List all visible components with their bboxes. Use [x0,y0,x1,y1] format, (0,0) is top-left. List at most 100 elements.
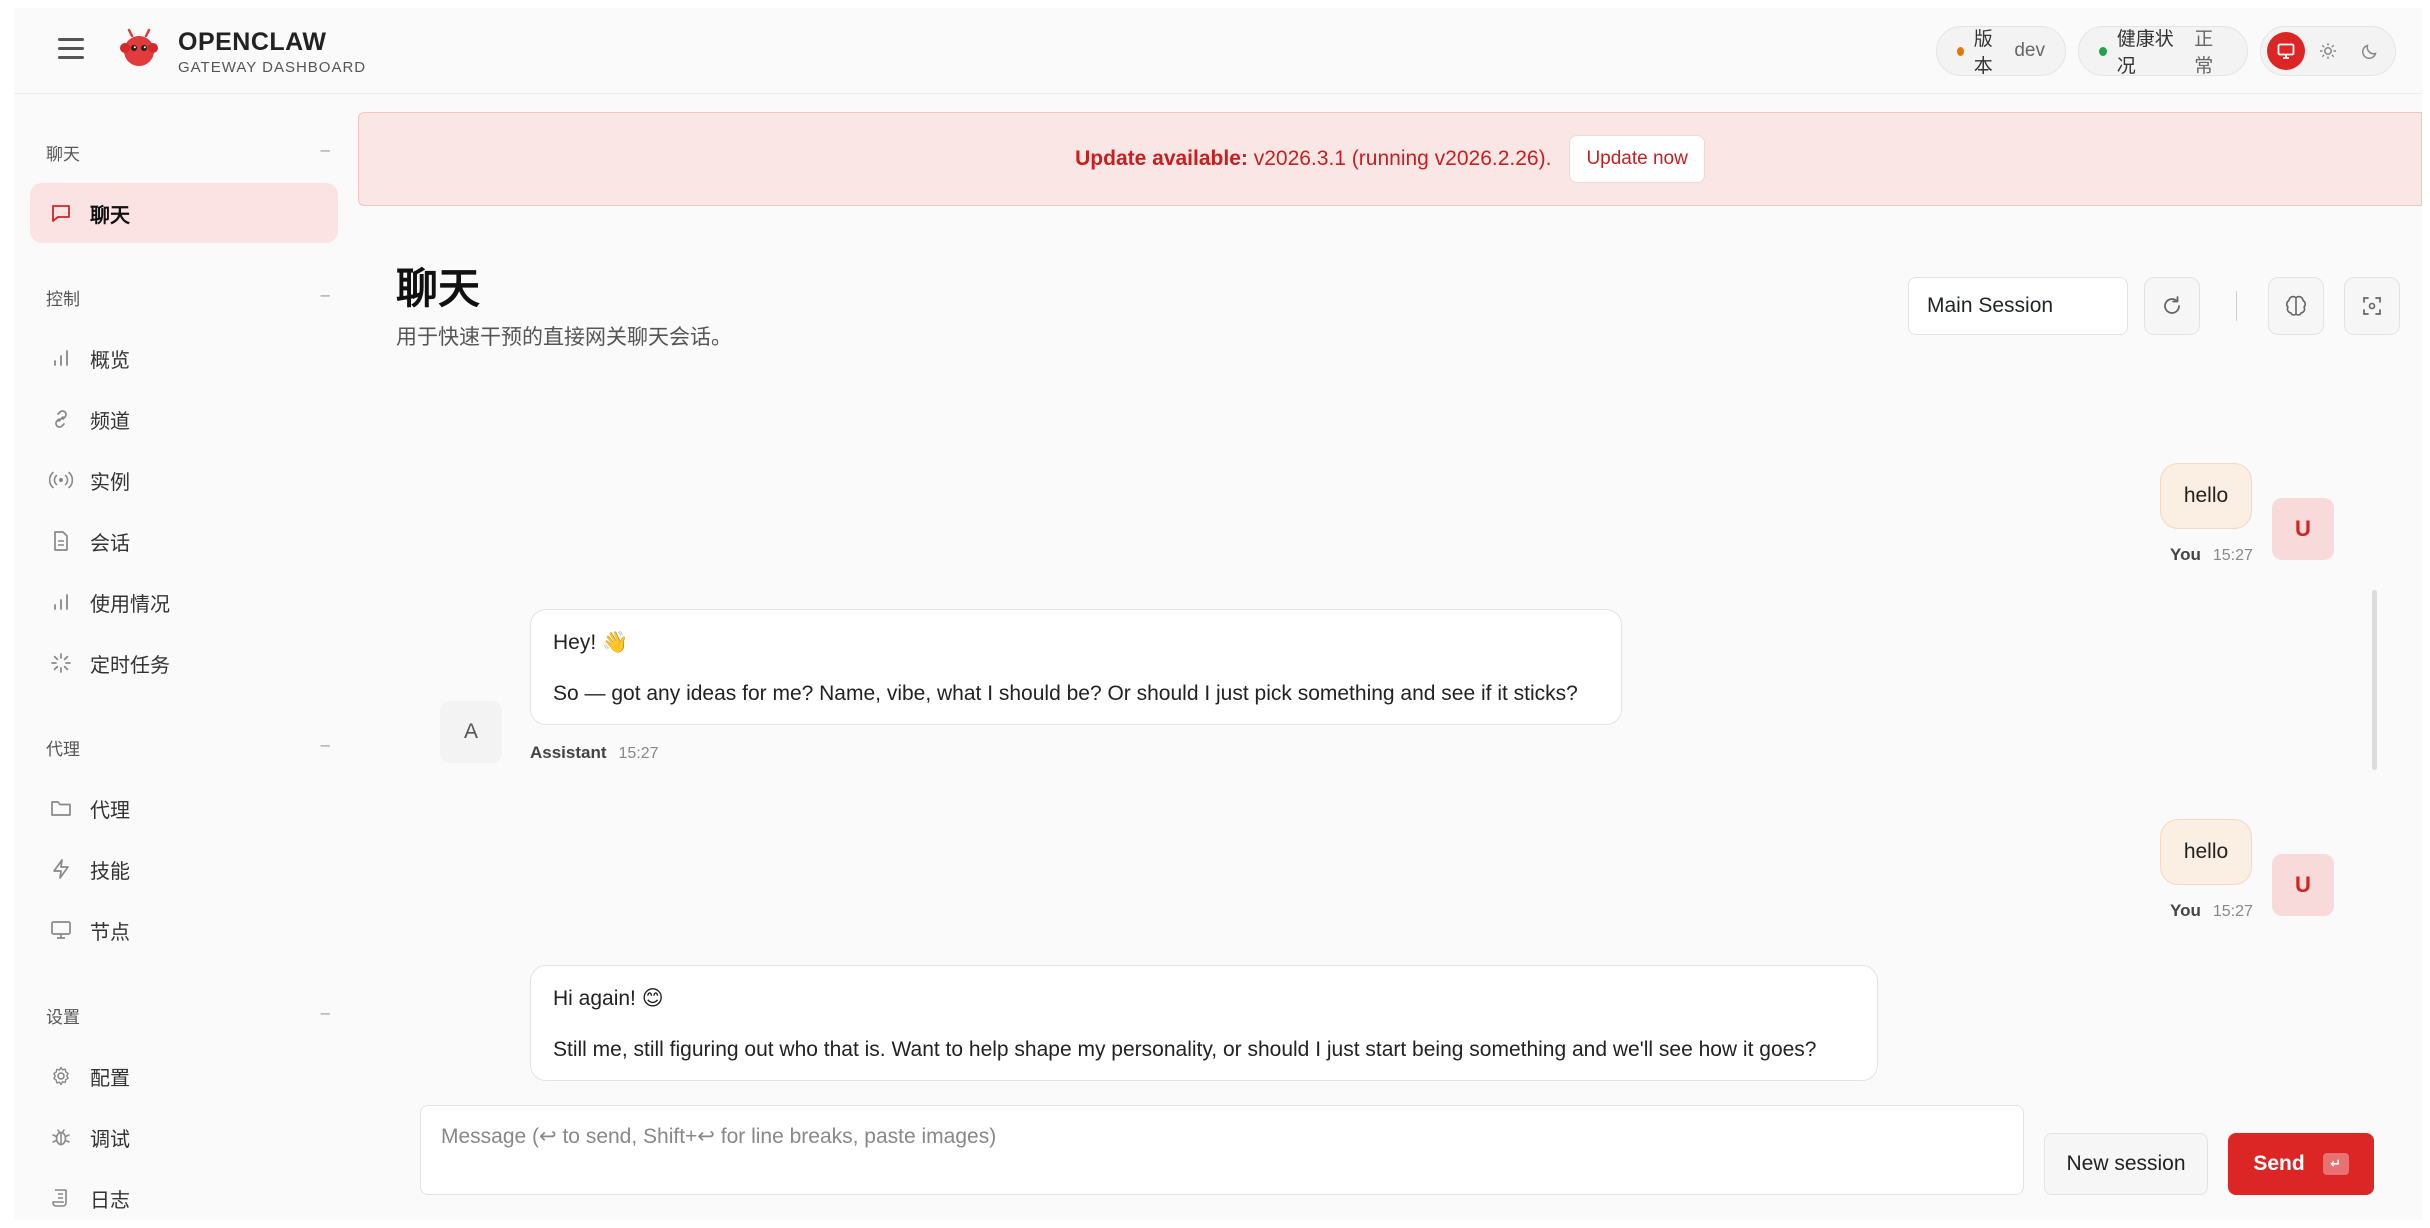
sidebar-item-channels[interactable]: 频道 [30,389,338,449]
health-pill: 健康状况 正常 [2078,26,2248,77]
sidebar-group-settings[interactable]: 设置 – [46,1003,336,1028]
brand: OPENCLAW GATEWAY DASHBOARD [178,28,366,76]
assistant-message-bubble: Hi again! 😊 Still me, still figuring out… [530,965,1878,1081]
message-meta: Assistant 15:27 [530,743,659,763]
message-line: Still me, still figuring out who that is… [553,1038,1817,1062]
message-icon [48,200,74,226]
version-dot [1957,46,1964,56]
avatar: U [2272,854,2334,916]
sidebar-item-cron[interactable]: 定时任务 [30,633,338,693]
new-session-button[interactable]: New session [2044,1133,2208,1195]
version-label: 版本 [1973,29,1993,77]
sidebar-item-label: 使用情况 [90,593,170,616]
send-button[interactable]: Send ↵ [2228,1133,2374,1195]
sidebar-group-control[interactable]: 控制 – [46,285,336,310]
collapse-icon[interactable]: – [321,735,330,760]
user-message-bubble: hello [2160,819,2252,885]
sender-name: Assistant [530,743,607,762]
session-select[interactable]: Main Session [1908,277,2128,335]
brand-subtitle: GATEWAY DASHBOARD [178,59,367,76]
main-content: Update available: v2026.3.1 (running v20… [358,95,2422,1220]
sidebar-item-label: 代理 [90,799,130,822]
page-subtitle: 用于快速干预的直接网关聊天会话。 [396,326,732,349]
sidebar-item-usage[interactable]: 使用情况 [30,572,338,632]
sidebar-group-title: 控制 [46,290,80,309]
sidebar-item-overview[interactable]: 概览 [30,328,338,388]
zap-icon [48,856,74,882]
top-bar: OPENCLAW GATEWAY DASHBOARD 版本 dev 健康状况 正… [14,8,2422,94]
sidebar-item-sessions[interactable]: 会话 [30,511,338,571]
message-meta: You 15:27 [2170,901,2253,921]
sidebar-item-label: 频道 [90,410,130,433]
sidebar-item-config[interactable]: 配置 [30,1046,338,1106]
sidebar-item-label: 调试 [90,1128,130,1151]
sidebar-item-chat[interactable]: 聊天 [30,183,338,243]
message-line: Hey! 👋 [553,631,629,654]
user-message-bubble: hello [2160,463,2252,529]
sidebar-item-label: 技能 [90,860,130,883]
app-window: OPENCLAW GATEWAY DASHBOARD 版本 dev 健康状况 正… [14,8,2422,1220]
message-line: Hi again! 😊 [553,987,664,1010]
avatar: A [440,701,502,763]
update-prefix: Update available: [1075,147,1248,170]
sidebar-item-nodes[interactable]: 节点 [30,900,338,960]
refresh-button[interactable] [2144,277,2200,335]
assistant-message-bubble: Hey! 👋 So — got any ideas for me? Name, … [530,609,1622,725]
sidebar-group-agents[interactable]: 代理 – [46,735,336,760]
sidebar-item-skills[interactable]: 技能 [30,839,338,899]
sidebar-item-label: 实例 [90,471,130,494]
scroll-icon [48,1185,74,1211]
sidebar-item-label: 节点 [90,921,130,944]
sidebar-group-title: 聊天 [46,145,80,164]
message-time: 15:27 [2212,547,2253,564]
moon-icon[interactable] [2351,32,2389,70]
collapse-icon[interactable]: – [321,140,330,165]
link-icon [48,406,74,432]
sidebar-item-logs[interactable]: 日志 [30,1168,338,1220]
sidebar-item-agents[interactable]: 代理 [30,778,338,838]
loader-icon [48,650,74,676]
chat-scrollbar[interactable] [2372,590,2377,770]
thinking-toggle-button[interactable] [2268,277,2324,335]
sidebar-group-title: 设置 [46,1008,80,1027]
scan-icon [2363,297,2381,315]
message-time: 15:27 [2212,903,2253,920]
health-label: 健康状况 [2116,29,2174,77]
update-now-button[interactable]: Update now [1569,135,1705,183]
sun-icon[interactable] [2309,32,2347,70]
file-icon [48,528,74,554]
openclaw-logo [120,28,158,66]
sidebar-item-label: 概览 [90,349,130,372]
bar-chart-icon [48,345,74,371]
folder-icon [48,795,74,821]
health-value: 正常 [2194,29,2214,77]
radio-icon [48,467,74,493]
sidebar-item-label: 定时任务 [90,654,170,677]
message-input[interactable]: Message (↩ to send, Shift+↩ for line bre… [420,1105,2024,1195]
monitor-icon[interactable] [2267,32,2305,70]
sender-name: You [2170,901,2201,920]
focus-mode-button[interactable] [2344,277,2400,335]
sidebar-item-label: 配置 [90,1067,130,1090]
chat-thread: hello U You 15:27 A Hey! 👋 So — got any i… [358,385,2422,1085]
message-line: So — got any ideas for me? Name, vibe, w… [553,682,1578,706]
bug-icon [48,1124,74,1150]
menu-icon[interactable] [58,38,84,62]
page-title: 聊天 [396,265,481,312]
sidebar-item-debug[interactable]: 调试 [30,1107,338,1167]
sidebar: 聊天 – 聊天 控制 – 概览 频道 实例 会话 使用情况 定时任务 代理 – … [14,95,358,1220]
version-pill: 版本 dev [1936,26,2066,77]
health-dot [2099,46,2107,56]
collapse-icon[interactable]: – [321,1003,330,1028]
update-version: v2026.3.1 (running v2026.2.26). [1253,147,1552,170]
collapse-icon[interactable]: – [321,285,330,310]
refresh-icon [2164,296,2180,314]
brand-title: OPENCLAW [178,28,327,56]
version-value: dev [2014,40,2045,61]
sidebar-item-instances[interactable]: 实例 [30,450,338,510]
sender-name: You [2170,545,2201,564]
theme-switcher [2260,26,2396,76]
sidebar-group-chat[interactable]: 聊天 – [46,140,336,165]
sidebar-item-label: 日志 [90,1189,130,1212]
brain-icon [2285,295,2307,316]
